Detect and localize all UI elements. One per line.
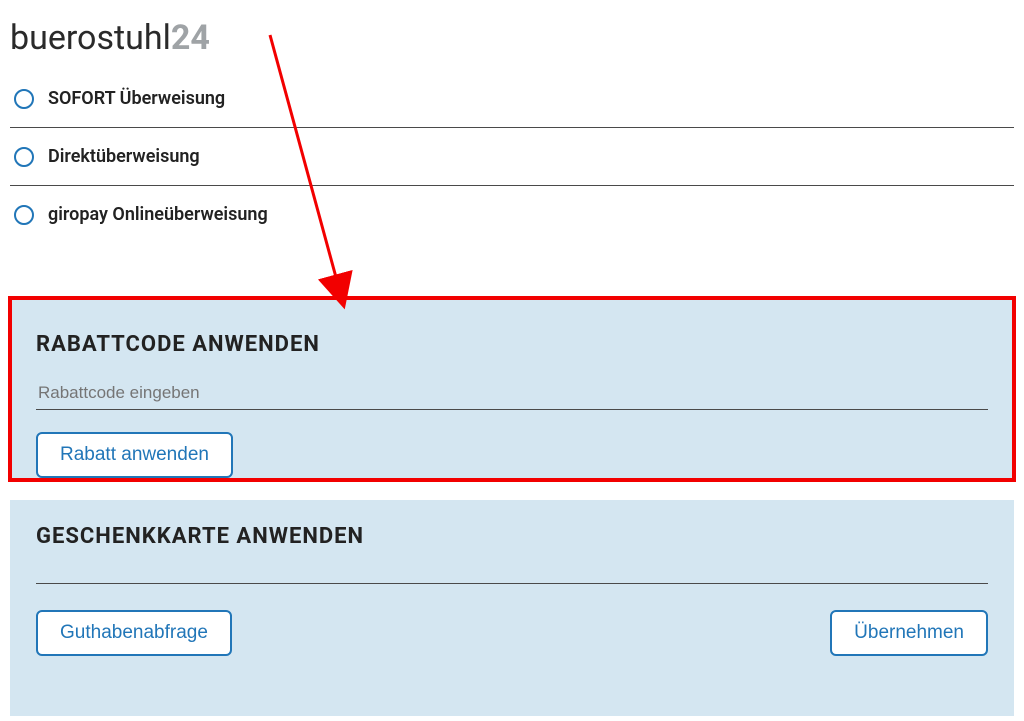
rabattcode-input[interactable] [36, 377, 988, 410]
apply-gift-button[interactable]: Übernehmen [830, 610, 988, 656]
rabattcode-title: RABATTCODE ANWENDEN [36, 332, 988, 357]
payment-option-giropay[interactable]: giropay Onlineüberweisung [10, 186, 1014, 243]
geschenkkarte-panel: GESCHENKKARTE ANWENDEN Guthabenabfrage Ü… [10, 500, 1014, 716]
balance-check-button[interactable]: Guthabenabfrage [36, 610, 232, 656]
geschenkkarte-title: GESCHENKKARTE ANWENDEN [36, 524, 988, 549]
payment-option-direkt[interactable]: Direktüberweisung [10, 128, 1014, 185]
apply-rabatt-button[interactable]: Rabatt anwenden [36, 432, 233, 478]
rabattcode-panel: RABATTCODE ANWENDEN Rabatt anwenden [10, 298, 1014, 480]
radio-icon[interactable] [14, 205, 34, 225]
payment-option-sofort[interactable]: SOFORT Überweisung [10, 70, 1014, 127]
radio-icon[interactable] [14, 89, 34, 109]
logo-text-1: buerostuhl [10, 18, 171, 58]
payment-options: SOFORT Überweisung Direktüberweisung gir… [10, 70, 1014, 243]
payment-label: SOFORT Überweisung [48, 88, 225, 109]
payment-label: Direktüberweisung [48, 146, 200, 167]
logo: buerostuhl24 [10, 18, 210, 58]
divider [36, 583, 988, 584]
logo-text-2: 24 [171, 18, 210, 58]
radio-icon[interactable] [14, 147, 34, 167]
payment-label: giropay Onlineüberweisung [48, 204, 268, 225]
gift-button-row: Guthabenabfrage Übernehmen [36, 610, 988, 656]
